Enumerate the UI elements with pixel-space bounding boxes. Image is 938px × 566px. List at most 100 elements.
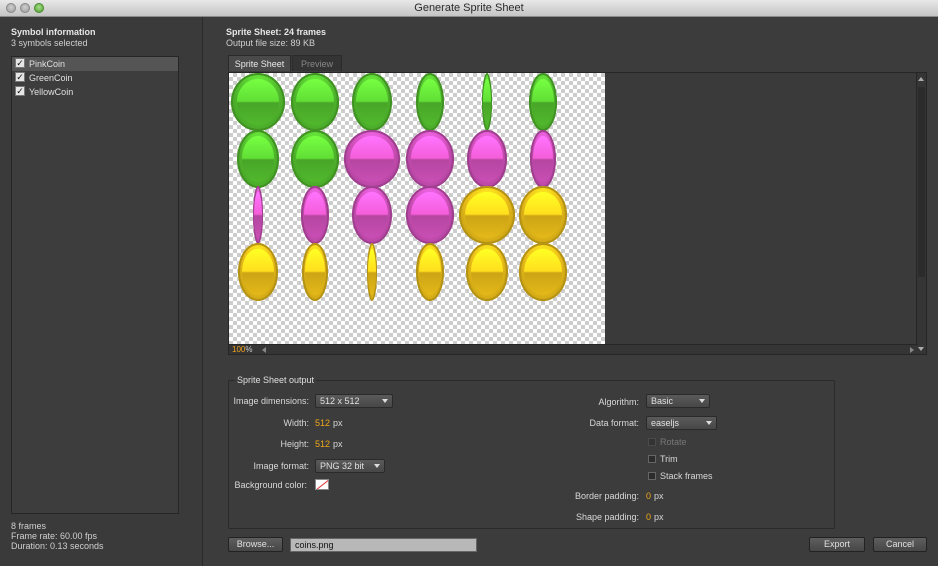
stack-frames-label: Stack frames (660, 471, 713, 481)
vertical-scrollbar[interactable] (916, 73, 926, 354)
coin-face (296, 79, 334, 125)
coin-face (470, 249, 504, 295)
algorithm-value: Basic (651, 396, 674, 406)
coin-frame-yellow (238, 243, 278, 301)
shape-padding-label: Shape padding: (575, 512, 639, 522)
coin-face (356, 79, 388, 125)
export-button[interactable]: Export (809, 537, 865, 552)
frame-count: 8 frames (11, 521, 47, 531)
width-unit: px (333, 418, 343, 428)
symbol-item-pinkcoin[interactable]: ✓ PinkCoin (12, 57, 178, 71)
symbol-panel: Symbol information 3 symbols selected ✓ … (0, 17, 203, 566)
window-title: Generate Sprite Sheet (414, 2, 524, 14)
width-value[interactable]: 512 (315, 418, 330, 428)
coin-face (471, 136, 503, 182)
browse-button[interactable]: Browse... (228, 537, 283, 552)
coin-face (524, 192, 562, 238)
symbol-item-greencoin[interactable]: ✓ GreenCoin (12, 71, 178, 85)
coin-face (483, 79, 491, 125)
symbol-label: YellowCoin (29, 87, 74, 97)
sprite-sheet-canvas (229, 73, 605, 354)
cancel-button[interactable]: Cancel (873, 537, 927, 552)
shape-padding-value[interactable]: 0 (646, 512, 651, 522)
coin-frame-pink (253, 186, 263, 244)
checkbox-greencoin[interactable]: ✓ (15, 72, 25, 82)
coin-face (304, 192, 326, 238)
rotate-label: Rotate (660, 437, 687, 447)
checkbox-pinkcoin[interactable]: ✓ (15, 58, 25, 68)
symbol-label: PinkCoin (29, 59, 66, 69)
output-filename-field[interactable]: coins.png (290, 538, 477, 552)
sprite-sheet-viewer[interactable]: 100% (228, 72, 927, 355)
data-format-select[interactable]: easeljs (646, 416, 717, 430)
height-label: Height: (280, 439, 309, 449)
checkbox-yellowcoin[interactable]: ✓ (15, 86, 25, 96)
algorithm-select[interactable]: Basic (646, 394, 710, 408)
zoom-level[interactable]: 100% (232, 345, 252, 354)
border-padding-value[interactable]: 0 (646, 491, 651, 501)
coin-frame-green (237, 130, 279, 188)
coin-face (350, 136, 394, 182)
image-dimensions-value: 512 x 512 (320, 396, 360, 406)
border-padding-unit: px (654, 491, 664, 501)
symbol-list[interactable]: ✓ PinkCoin ✓ GreenCoin ✓ YellowCoin (11, 56, 179, 514)
coin-frame-green (231, 73, 285, 131)
coin-face (532, 136, 554, 182)
image-dimensions-select[interactable]: 512 x 512 (315, 394, 393, 408)
rotate-checkbox[interactable] (648, 438, 656, 446)
coin-frame-green (291, 130, 339, 188)
data-format-value: easeljs (651, 418, 680, 428)
coin-frame-green (416, 73, 444, 131)
width-label: Width: (283, 418, 309, 428)
height-unit: px (333, 439, 343, 449)
trim-checkbox[interactable] (648, 455, 656, 463)
scroll-down-icon[interactable] (918, 347, 924, 351)
horizontal-scrollbar[interactable]: 100% (229, 344, 918, 354)
stack-frames-checkbox[interactable] (648, 472, 656, 480)
group-title: Sprite Sheet output (235, 375, 317, 385)
tab-preview[interactable]: Preview (292, 55, 342, 71)
symbol-label: GreenCoin (29, 73, 73, 83)
coin-frame-pink (406, 130, 454, 188)
coin-frame-yellow (367, 243, 377, 301)
coin-face (532, 79, 554, 125)
frame-rate: Frame rate: 60.00 fps (11, 531, 98, 541)
main-area: Sprite Sheet: 24 frames Output file size… (204, 17, 938, 566)
coin-face (296, 136, 334, 182)
coin-face (236, 79, 280, 125)
coin-frame-pink (406, 186, 454, 244)
zoom-value: 100 (232, 345, 246, 354)
coin-frame-green (291, 73, 339, 131)
height-value[interactable]: 512 (315, 439, 330, 449)
coin-face (242, 249, 274, 295)
background-color-swatch[interactable] (315, 479, 329, 490)
title-bar: Generate Sprite Sheet (0, 0, 938, 17)
coin-face (254, 192, 262, 238)
coin-face (411, 136, 449, 182)
data-format-label: Data format: (589, 418, 639, 428)
coin-face (524, 249, 562, 295)
duration: Duration: 0.13 seconds (11, 541, 104, 551)
coin-frame-yellow (519, 243, 567, 301)
vertical-scroll-thumb[interactable] (918, 87, 925, 277)
scroll-up-icon[interactable] (918, 77, 924, 81)
coin-face (304, 249, 326, 295)
tab-sprite-sheet[interactable]: Sprite Sheet (228, 55, 291, 71)
coin-frame-green (529, 73, 557, 131)
coin-face (465, 192, 509, 238)
coin-frame-pink (352, 186, 392, 244)
scroll-right-icon[interactable] (910, 347, 914, 353)
coin-frame-yellow (466, 243, 508, 301)
coin-frame-green (482, 73, 492, 131)
coin-frame-yellow (416, 243, 444, 301)
coin-frame-pink (344, 130, 400, 188)
scroll-left-icon[interactable] (262, 347, 266, 353)
coin-frame-pink (530, 130, 556, 188)
symbol-item-yellowcoin[interactable]: ✓ YellowCoin (12, 85, 178, 99)
shape-padding-unit: px (654, 512, 664, 522)
coin-frame-yellow (519, 186, 567, 244)
image-format-select[interactable]: PNG 32 bit (315, 459, 385, 473)
chevron-down-icon (382, 399, 388, 403)
image-dimensions-label: Image dimensions: (233, 396, 309, 406)
chevron-down-icon (374, 464, 380, 468)
